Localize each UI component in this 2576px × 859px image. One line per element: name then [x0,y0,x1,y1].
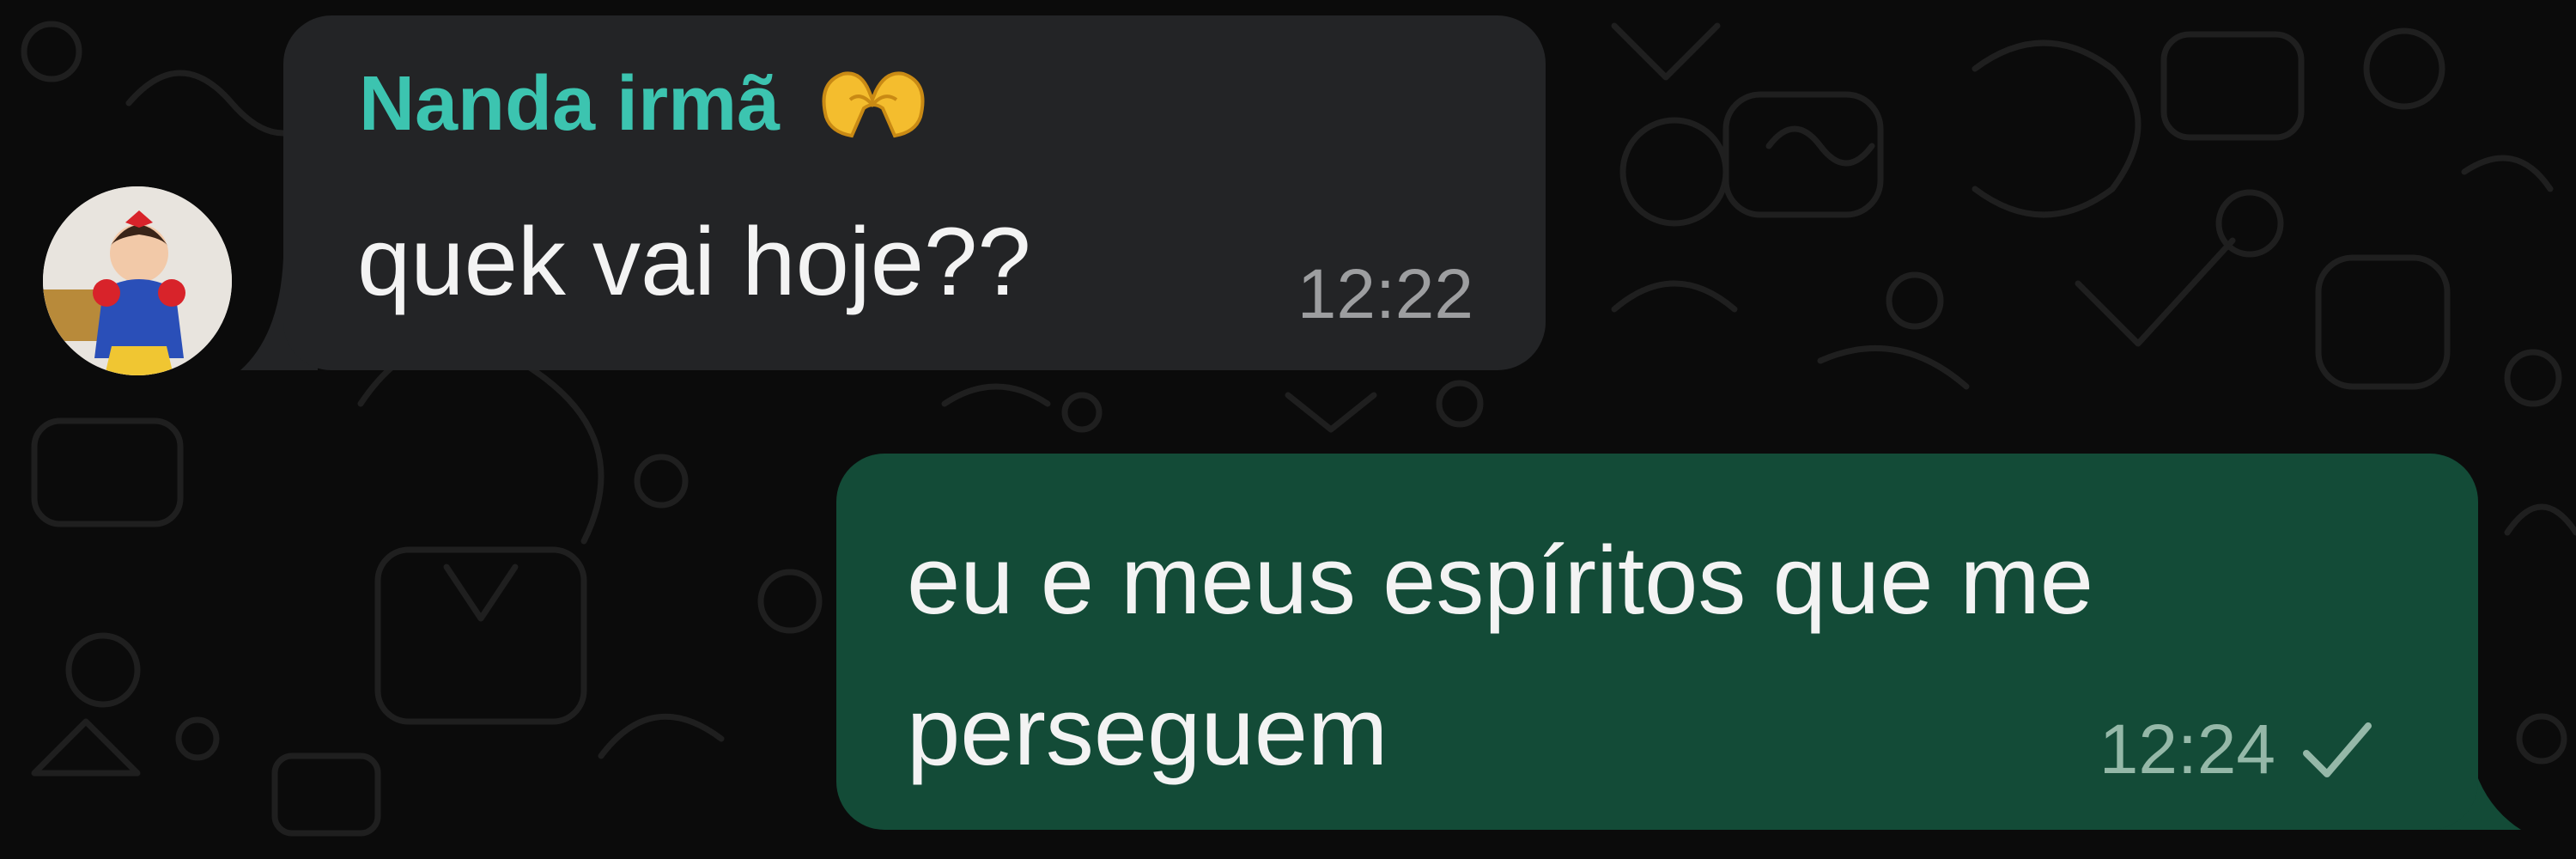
outgoing-message-time: 12:24 [2099,710,2275,789]
chat-canvas: Nanda irmã quek vai hoje?? 12:22 eu e me… [0,0,2576,859]
outgoing-message-meta: 12:24 [2099,710,2375,790]
outgoing-message-bubble[interactable]: eu e meus espíritos que me perseguem 12:… [836,454,2478,830]
incoming-message-bubble[interactable]: Nanda irmã quek vai hoje?? 12:22 [283,15,1546,370]
incoming-message-text: quek vai hoje?? [357,208,1031,315]
incoming-message-time: 12:22 [1297,255,1473,333]
sender-name-label: Nanda irmã [359,60,781,147]
single-check-icon [2303,722,2372,777]
avatar-photo [43,186,232,375]
heart-hands-emoji-icon [822,71,925,138]
contact-avatar[interactable] [43,186,232,375]
sender-name[interactable]: Nanda irmã [359,57,938,151]
